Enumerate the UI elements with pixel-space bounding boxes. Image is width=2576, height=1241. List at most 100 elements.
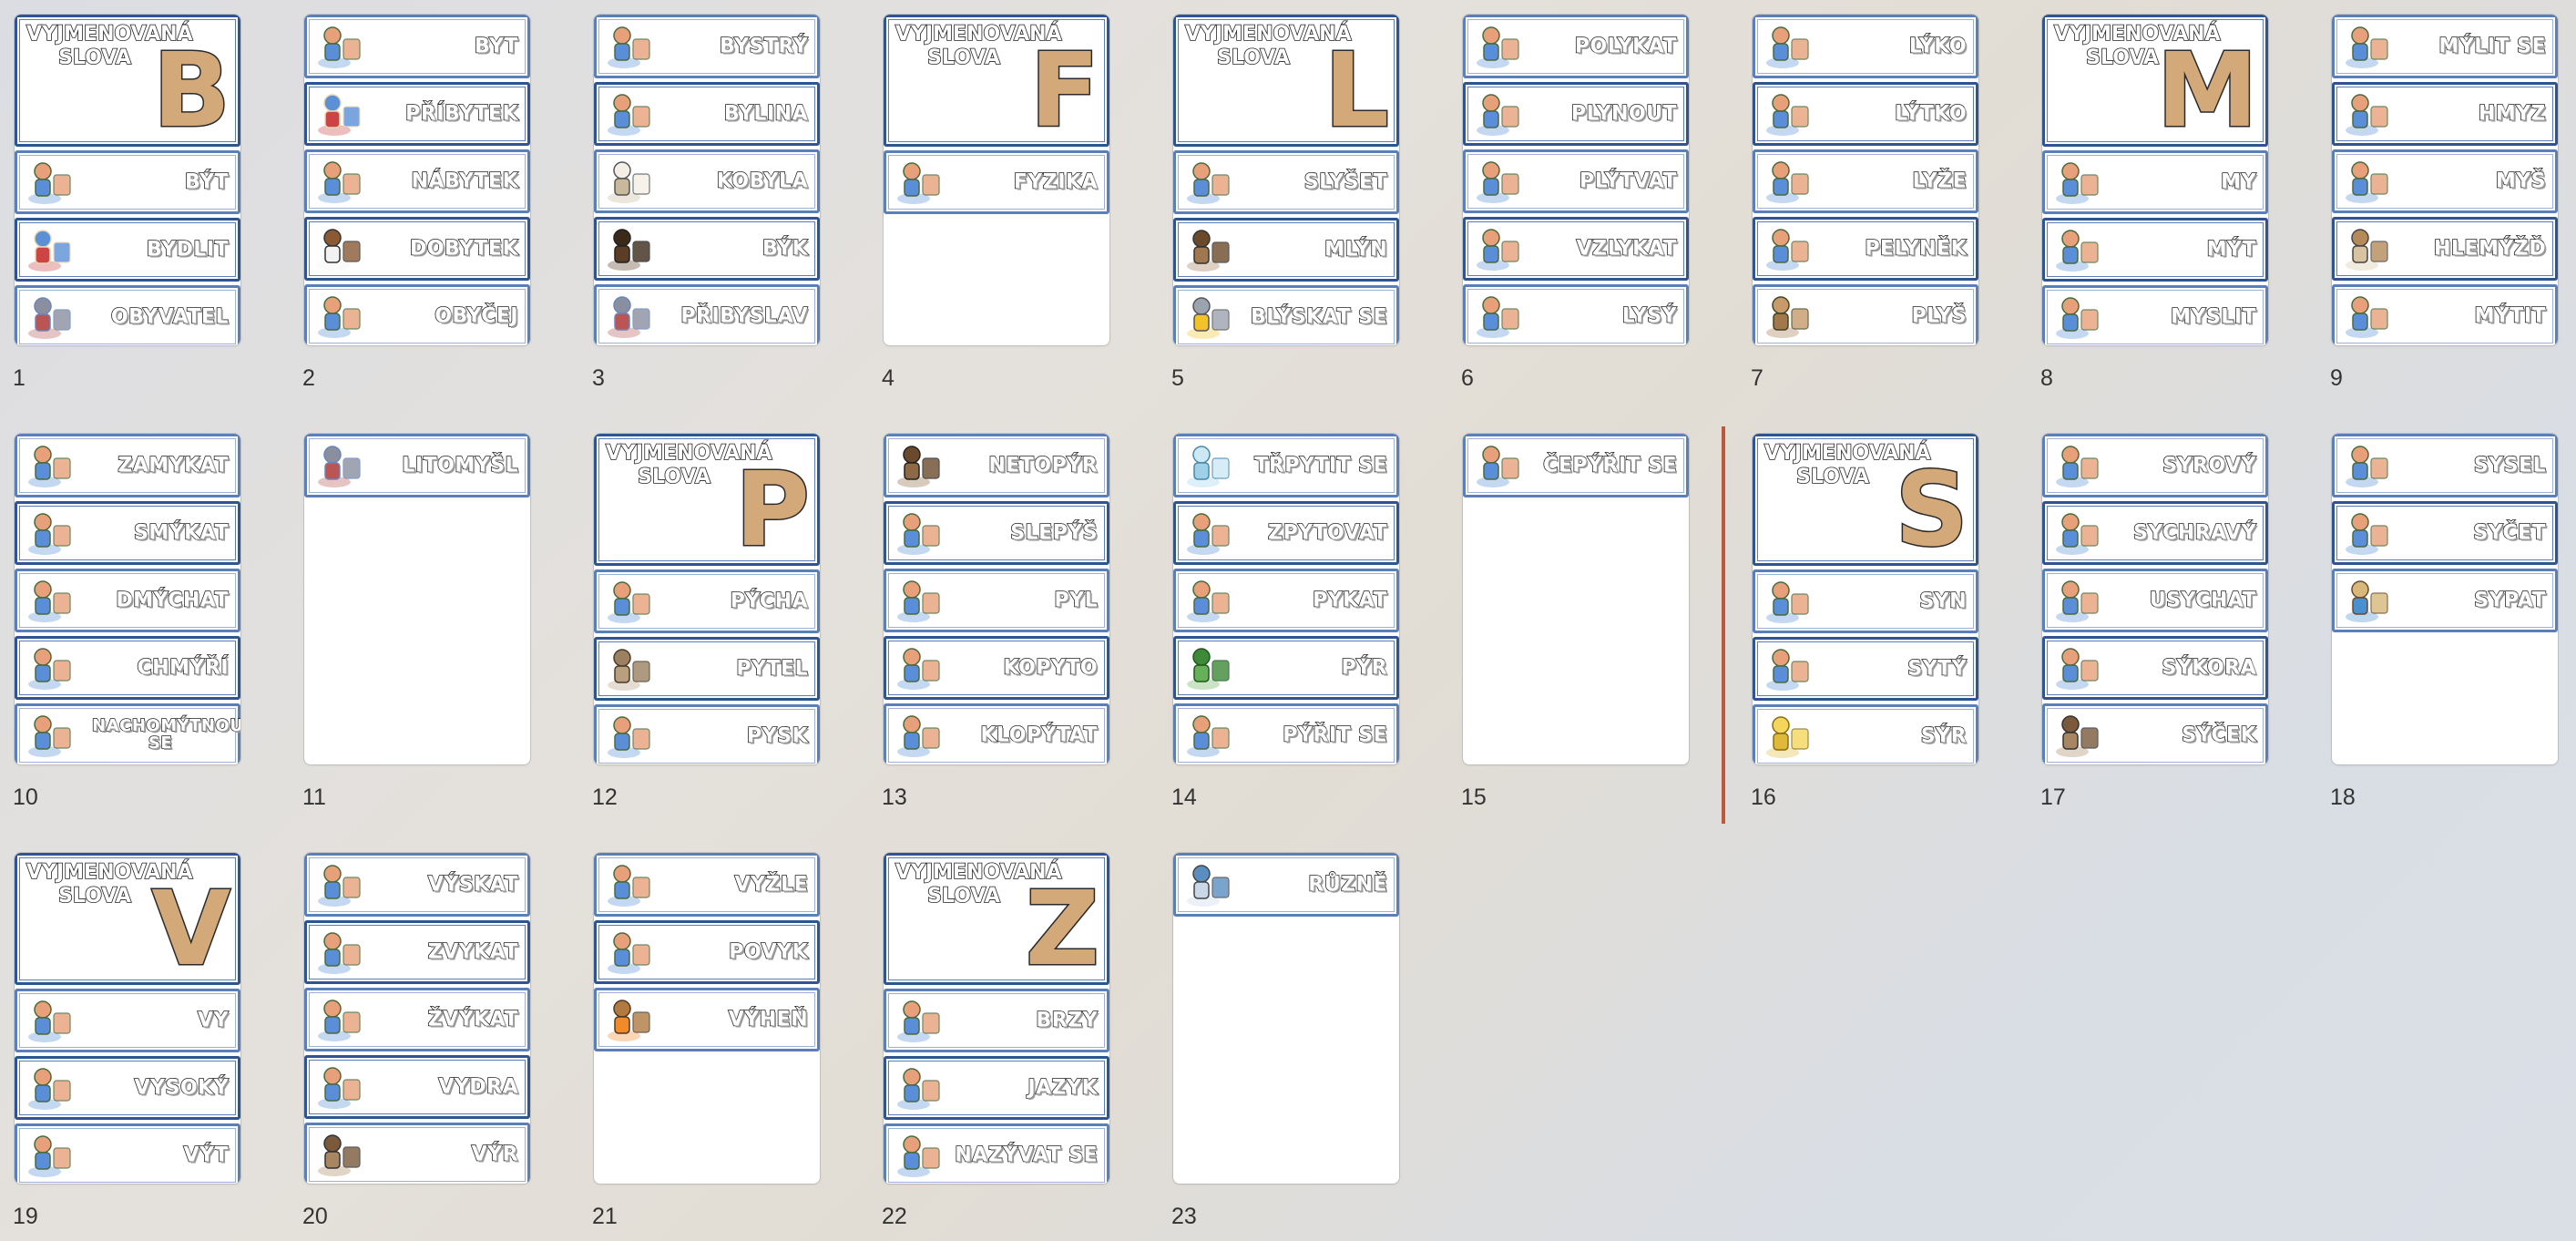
mouse-icon: [2342, 156, 2395, 207]
word-card-label: VYDRA: [438, 1075, 519, 1099]
word-card-label: NÁBYTEK: [411, 169, 519, 193]
christmas-tree-icon: [314, 291, 367, 342]
word-card-label: SÝR: [1920, 724, 1967, 748]
slide-number: 4: [882, 365, 894, 391]
diamond-icon: [1183, 440, 1236, 491]
blowing-child-icon: [25, 575, 77, 626]
slide-thumbnail[interactable]: VYJMENOVANÁ SLOVA L SLYŠET MLÝN BLÝSKAT S…: [1173, 15, 1399, 345]
slide-thumbnail[interactable]: VYJMENOVANÁ SLOVA F FYZIKA: [884, 15, 1109, 345]
word-card: SYČET: [2332, 501, 2558, 565]
slide-thumbnail[interactable]: LITOMYŠL: [304, 434, 530, 764]
word-card: PLÝTVAT: [1463, 149, 1689, 213]
word-card-label: BÝK: [762, 237, 808, 261]
title-card: VYJMENOVANÁ SLOVA S: [1753, 434, 1978, 566]
title-card-letter: S: [1894, 451, 1970, 569]
word-card: PYKAT: [1173, 569, 1399, 632]
word-card-label: LITOMYŠL: [402, 454, 519, 477]
teddy-bear-icon: [1763, 291, 1815, 342]
slide-thumbnail[interactable]: ČEPÝŘIT SE: [1463, 434, 1689, 764]
word-card: PLYNOUT: [1463, 82, 1689, 146]
word-card-label: POVYK: [728, 940, 808, 964]
word-card: SLEPÝŠ: [884, 501, 1109, 565]
word-card-label: SYN: [1919, 590, 1968, 613]
slide-thumbnail[interactable]: VÝSKAT ZVYKAT ŽVÝKAT VYDRA VÝR: [304, 853, 530, 1184]
slide-thumbnail[interactable]: VYJMENOVANÁ SLOVA S SYN SYTÝ SÝR: [1753, 434, 1978, 764]
word-card: LYSÝ: [1463, 284, 1689, 345]
slide-thumbnail[interactable]: MÝLIT SE HMYZ MYŠ HLEMÝŽĎ MÝTIT: [2332, 15, 2558, 345]
airport-icon: [1183, 859, 1236, 910]
thinking-boy-icon: [1183, 508, 1236, 559]
word-card: FYZIKA: [884, 150, 1109, 214]
word-card-label: PYL: [1054, 589, 1099, 612]
word-card-label: MÝTIT: [2474, 304, 2547, 328]
horse-icon: [604, 156, 657, 207]
padlock-icon: [25, 440, 77, 491]
slide-thumbnail[interactable]: VYJMENOVANÁ SLOVA Z BRZY JAZYK NAZÝVAT SE: [884, 853, 1109, 1184]
word-card-label: PŘIBYSLAV: [680, 304, 809, 328]
slide-number: 22: [882, 1204, 907, 1229]
slide-thumbnail[interactable]: TŘPYTIT SE ZPYTOVAT PYKAT PÝR PÝŘIT SE: [1173, 434, 1399, 764]
father-son-icon: [1763, 576, 1815, 627]
word-card: VÝR: [304, 1123, 530, 1184]
word-card: ZPYTOVAT: [1173, 501, 1399, 565]
word-card-label: MLÝN: [1324, 238, 1387, 262]
slide-thumbnail[interactable]: RŮZNĚ: [1173, 853, 1399, 1184]
word-card-label: PYTEL: [736, 657, 809, 681]
slide-thumbnail[interactable]: SYROVÝ SYCHRAVÝ USYCHAT SÝKORA SÝČEK: [2042, 434, 2268, 764]
word-card: BRZY: [884, 989, 1109, 1052]
word-card: VZLYKAT: [1463, 217, 1689, 281]
slide-thumbnail[interactable]: ZAMYKAT SMÝKAT DMÝCHAT CHMÝŘÍ NACHOMÝTNO…: [15, 434, 240, 764]
shouting-kids-icon: [604, 927, 657, 978]
title-card: VYJMENOVANÁ SLOVA F: [884, 15, 1109, 147]
word-card: USYCHAT: [2042, 569, 2268, 632]
word-card: BLÝSKAT SE: [1173, 285, 1399, 345]
slide-number: 21: [592, 1204, 618, 1229]
slide-thumbnail[interactable]: BYT PŘÍBYTEK NÁBYTEK DOBYTEK OBYČEJ: [304, 15, 530, 345]
word-card: PŘÍBYTEK: [304, 82, 530, 146]
word-card-label: PLYNOUT: [1570, 102, 1677, 126]
slide-thumbnail[interactable]: SYSEL SYČET SYPAT: [2332, 434, 2558, 764]
slide-thumbnail[interactable]: LÝKO LÝTKO LYŽE PELYNĚK PLYŠ: [1753, 15, 1978, 345]
word-card-label: LYŽE: [1912, 169, 1968, 193]
word-card-label: BYSTRÝ: [719, 35, 808, 58]
word-card: OBYČEJ: [304, 284, 530, 345]
word-card-label: SÝKORA: [2162, 656, 2257, 680]
word-card: PLYŠ: [1753, 284, 1978, 345]
slide-thumbnail[interactable]: VYŽLE POVYK VÝHEŇ: [594, 853, 820, 1184]
word-card: NETOPÝR: [884, 434, 1109, 497]
word-card: PÝR: [1173, 636, 1399, 700]
word-card: POVYK: [594, 920, 820, 984]
apartment-room-icon: [314, 21, 367, 72]
drying-icon: [2052, 575, 2105, 626]
slide-thumbnail[interactable]: VYJMENOVANÁ SLOVA B BÝT BYDLIT OBYVATEL: [15, 15, 240, 345]
cheering-kids-icon: [314, 859, 367, 910]
slide-thumbnail[interactable]: POLYKAT PLYNOUT PLÝTVAT VZLYKAT LYSÝ: [1463, 15, 1689, 345]
word-card: PŘIBYSLAV: [594, 284, 820, 345]
slide-thumbnail[interactable]: BYSTRÝ BYLINA KOBYLA BÝK PŘIBYSLAV: [594, 15, 820, 345]
word-card: VYSOKÝ: [15, 1056, 240, 1120]
slide-thumbnail[interactable]: VYJMENOVANÁ SLOVA M MY MÝT MYSLIT: [2042, 15, 2268, 345]
sack-icon: [604, 643, 657, 694]
slide-thumbnail[interactable]: VYJMENOVANÁ SLOVA P PÝCHA PYTEL PYSK: [594, 434, 820, 764]
insects-icon: [2342, 88, 2395, 139]
section-divider: [1722, 426, 1725, 824]
slide-number: 12: [592, 785, 618, 810]
birds-icon: [1473, 440, 1526, 491]
word-card: SYSEL: [2332, 434, 2558, 497]
slide-number: 10: [13, 785, 38, 810]
word-card-label: BÝT: [184, 170, 229, 194]
word-card-label: PÝŘIT SE: [1282, 723, 1387, 747]
word-card: ŽVÝKAT: [304, 988, 530, 1051]
tit-bird-icon: [2052, 642, 2105, 693]
word-card-label: VYSOKÝ: [134, 1076, 230, 1100]
slide-thumbnail[interactable]: VYJMENOVANÁ SLOVA V VY VYSOKÝ VÝT: [15, 853, 240, 1184]
slide-thumbnail[interactable]: NETOPÝR SLEPÝŠ PYL KOPYTO KLOPÝTAT: [884, 434, 1109, 764]
umbrella-child-icon: [2052, 508, 2105, 559]
word-card-label: MÝT: [2206, 238, 2256, 262]
word-card: MÝLIT SE: [2332, 15, 2558, 78]
cattle-icon: [314, 223, 367, 274]
child-toy-car-icon: [25, 710, 77, 761]
word-card-label: SYČET: [2473, 521, 2547, 545]
slide-number: 2: [302, 365, 315, 391]
word-card: DMÝCHAT: [15, 569, 240, 632]
